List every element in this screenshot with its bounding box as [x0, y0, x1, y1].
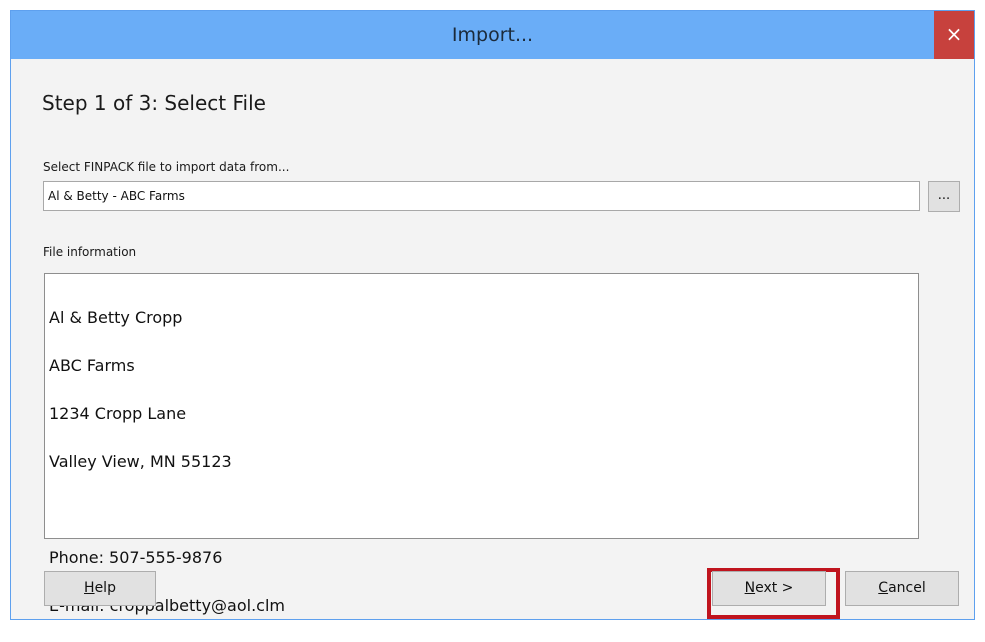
info-line: ABC Farms [49, 356, 135, 375]
file-select-label: Select FINPACK file to import data from.… [43, 160, 290, 174]
file-information-label: File information [43, 245, 137, 259]
info-line: Valley View, MN 55123 [49, 452, 232, 471]
cancel-mnemonic: C [878, 580, 889, 596]
browse-button[interactable]: ... [928, 181, 960, 212]
help-label: elp [94, 580, 116, 596]
help-mnemonic: H [84, 580, 95, 596]
close-icon: × [945, 22, 963, 46]
next-label: ext > [755, 580, 794, 596]
info-line: 1234 Cropp Lane [49, 404, 187, 423]
cancel-label: ancel [888, 580, 926, 596]
file-path-input[interactable] [43, 181, 920, 211]
info-line: Phone: 507-555-9876 [49, 548, 223, 567]
cancel-button[interactable]: Cancel [845, 571, 959, 606]
next-mnemonic: N [744, 580, 756, 596]
title-bar[interactable]: Import... × [11, 11, 974, 59]
step-title: Step 1 of 3: Select File [42, 91, 266, 115]
close-button[interactable]: × [934, 11, 974, 59]
file-information-box[interactable]: Al & Betty Cropp ABC Farms 1234 Cropp La… [44, 273, 919, 615]
info-line: Al & Betty Cropp [49, 308, 183, 327]
info-line [49, 498, 914, 522]
next-button[interactable]: Next > [712, 571, 826, 606]
help-button[interactable]: Help [44, 571, 156, 606]
window-title: Import... [451, 24, 534, 46]
import-dialog: Import... × Step 1 of 3: Select File Sel… [10, 10, 975, 620]
